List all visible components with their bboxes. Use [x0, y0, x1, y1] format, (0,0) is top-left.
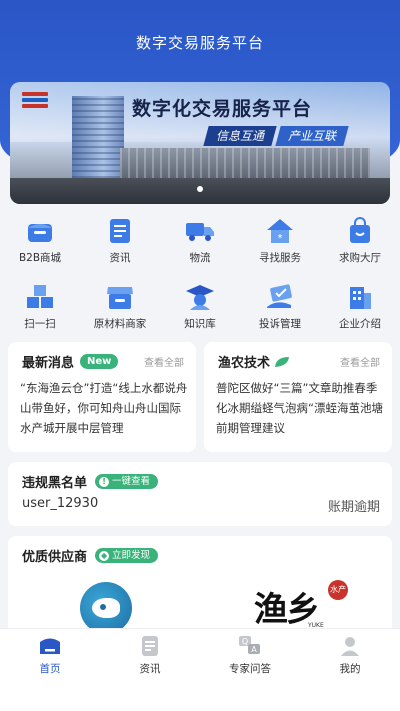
svg-text:*: *	[278, 233, 283, 244]
graduate-icon	[183, 282, 217, 312]
fishery-tech-card[interactable]: 渔农技术 查看全部 普陀区做好“三篇”文章助推春季化冰期缢蛏气泡病“漂蛭海茧池塘…	[204, 342, 392, 452]
bottom-tab-bar: 首页 资讯 QA 专家问答 我的	[0, 628, 400, 680]
exclamation-icon: !	[99, 476, 110, 487]
tab-home[interactable]: 首页	[0, 629, 100, 680]
carousel-indicator	[0, 186, 400, 192]
view-blacklist-button[interactable]: ! 一键查看	[95, 474, 159, 489]
new-badge: New	[80, 354, 119, 369]
store-icon	[23, 216, 57, 246]
blacklist-user: user_12930	[22, 496, 99, 511]
grid-label: 企业介绍	[339, 318, 381, 330]
building-icon	[343, 282, 377, 312]
grid-label: 物流	[189, 252, 211, 264]
grid-item-purchase-hall[interactable]: 求购大厅	[320, 216, 400, 268]
document-icon	[103, 216, 137, 246]
diamond-icon: ◆	[99, 550, 110, 561]
see-all-link[interactable]: 查看全部	[340, 354, 380, 369]
supplier-logo-seal: 水产	[328, 580, 348, 600]
leaf-icon	[275, 356, 290, 367]
house-icon: *	[263, 216, 297, 246]
svg-text:A: A	[251, 645, 257, 654]
tab-label: 资讯	[139, 663, 161, 675]
truck-icon	[183, 216, 217, 246]
user-icon	[338, 635, 362, 657]
tech-preview-text[interactable]: 普陀区做好“三篇”文章助推春季化冰期缢蛏气泡病“漂蛭海茧池塘前期管理建议	[216, 378, 384, 442]
supplier-logo-fish[interactable]	[80, 582, 132, 634]
grid-item-scan[interactable]: 扫一扫	[0, 282, 80, 334]
banner-tower-building	[72, 96, 124, 178]
blacklist-row[interactable]: user_12930 账期逾期	[22, 496, 380, 515]
discover-now-button[interactable]: ◆ 立即发现	[95, 548, 159, 563]
grid-label: 寻找服务	[259, 252, 301, 264]
banner-tags: 信息互通 产业互联	[203, 126, 350, 146]
tab-expert-qa[interactable]: QA 专家问答	[200, 629, 300, 680]
grid-item-logistics[interactable]: 物流	[160, 216, 240, 268]
grid-item-raw-material-merchants[interactable]: 原材料商家	[80, 282, 160, 334]
grid-label: 扫一扫	[24, 318, 56, 330]
qa-icon: QA	[238, 635, 262, 657]
grid-item-company-intro[interactable]: 企业介绍	[320, 282, 400, 334]
grid-item-knowledge-base[interactable]: 知识库	[160, 282, 240, 334]
banner-tag: 产业互联	[275, 126, 349, 146]
home-icon	[38, 635, 62, 657]
card-title: 最新消息	[22, 356, 75, 371]
grid-label: 知识库	[184, 318, 216, 330]
grid-label: 资讯	[109, 252, 131, 264]
grid-label: B2B商城	[18, 252, 62, 264]
tab-label: 首页	[39, 663, 61, 675]
tab-label: 我的	[339, 663, 361, 675]
grid-item-find-service[interactable]: * 寻找服务	[240, 216, 320, 268]
news-icon	[138, 635, 162, 657]
fish-icon	[92, 598, 120, 618]
hand-check-icon	[263, 282, 297, 312]
tab-mine[interactable]: 我的	[300, 629, 400, 680]
see-all-link[interactable]: 查看全部	[144, 354, 184, 369]
grid-item-b2b-store[interactable]: B2B商城	[0, 216, 80, 268]
grid-label: 投诉管理	[259, 318, 301, 330]
shopping-bag-icon	[343, 216, 377, 246]
tab-news[interactable]: 资讯	[100, 629, 200, 680]
news-preview-text[interactable]: “东海渔云仓”打造“线上水都说舟山带鱼好，你可知舟山舟山国际水产城开展中层管理	[20, 378, 188, 442]
svg-text:Q: Q	[242, 637, 248, 646]
shop-awning-icon	[103, 282, 137, 312]
card-title: 渔农技术	[218, 356, 271, 371]
feature-grid: B2B商城 资讯 物流 * 寻找服务 求购大厅 扫一扫 原材料商家 知识库 投诉…	[0, 216, 400, 334]
grid-label: 求购大厅	[339, 252, 381, 264]
latest-news-card[interactable]: 最新消息 New 查看全部 “东海渔云仓”打造“线上水都说舟山带鱼好，你可知舟山…	[8, 342, 196, 452]
blacklist-card: 违规黑名单 ! 一键查看 user_12930 账期逾期	[8, 462, 392, 526]
card-title: 违规黑名单	[22, 476, 88, 491]
banner-tag: 信息互通	[203, 126, 277, 146]
app-title: 数字交易服务平台	[135, 34, 264, 52]
grid-item-complaint-management[interactable]: 投诉管理	[240, 282, 320, 334]
banner-heading: 数字化交易服务平台	[132, 98, 313, 120]
tab-label: 专家问答	[229, 663, 271, 675]
grid-label: 原材料商家	[93, 318, 147, 330]
carousel-dot[interactable]	[197, 186, 203, 192]
grid-item-news[interactable]: 资讯	[80, 216, 160, 268]
cubes-icon	[23, 282, 57, 312]
banner-low-building	[120, 148, 370, 178]
safe-area	[0, 680, 400, 711]
banner-logo-icon	[22, 92, 48, 112]
card-title: 优质供应商	[22, 550, 88, 565]
blacklist-status: 账期逾期	[327, 500, 380, 515]
